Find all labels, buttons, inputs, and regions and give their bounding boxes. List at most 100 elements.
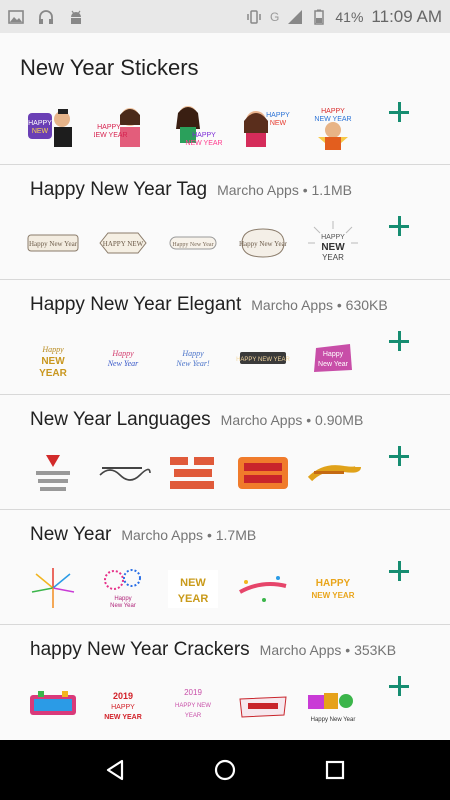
sticker-preview-row: HAPPY NEW HAPPY NEW YEAR HAPPY NEW YEAR HAP… — [24, 103, 362, 151]
svg-text:HAPPY: HAPPY — [321, 108, 345, 115]
sticker: Happy New Year — [94, 334, 152, 382]
svg-text:HAPPY: HAPPY — [316, 578, 351, 589]
pack-name: Happy New Year Tag — [30, 179, 208, 200]
sticker: HAPPY NEW YEAR — [234, 334, 292, 382]
svg-text:Happy New Year: Happy New Year — [29, 240, 78, 248]
android-icon — [71, 10, 81, 24]
sticker-pack-5[interactable]: happy New Year Crackers Marcho Apps • 35… — [0, 625, 450, 740]
sticker: 2019 HAPPY NEW YEAR — [164, 681, 222, 729]
svg-text:2019: 2019 — [184, 688, 202, 697]
svg-text:HAPPY: HAPPY — [192, 132, 216, 139]
home-icon[interactable] — [212, 757, 238, 783]
add-pack-button[interactable] — [386, 673, 412, 699]
vibrate-icon — [247, 9, 261, 24]
sticker: NEW YEAR — [164, 564, 222, 612]
sticker: 2019 HAPPY NEW YEAR — [94, 681, 152, 729]
svg-text:Happy New Year: Happy New Year — [311, 717, 356, 723]
svg-text:New Year: New Year — [107, 359, 139, 368]
headphones-icon — [39, 9, 53, 24]
pack-meta: Marcho Apps • 1.1MB — [217, 182, 352, 198]
svg-text:NEW YEAR: NEW YEAR — [94, 132, 128, 139]
svg-text:HAPPY NEW YEAR: HAPPY NEW YEAR — [236, 357, 290, 363]
pack-name: New Year Languages — [30, 409, 211, 430]
svg-text:NEW YEAR: NEW YEAR — [104, 714, 142, 721]
svg-text:New Year!: New Year! — [175, 359, 210, 368]
sticker — [304, 449, 362, 497]
add-pack-button[interactable] — [386, 99, 412, 125]
sticker — [234, 681, 292, 729]
add-pack-button[interactable] — [386, 443, 412, 469]
svg-text:HAPPY NEW: HAPPY NEW — [175, 703, 211, 709]
pack-meta: Marcho Apps • 353KB — [259, 642, 397, 658]
svg-text:HAPPY: HAPPY — [266, 112, 290, 119]
app-header: New Year Stickers — [0, 33, 450, 97]
sticker-pack-3[interactable]: New Year Languages Marcho Apps • 0.90MB — [0, 395, 450, 510]
sticker: HAPPY NEW YEAR — [164, 103, 222, 151]
sticker — [24, 681, 82, 729]
sticker: HAPPY NEW YEAR — [304, 564, 362, 612]
sticker: HAPPY NEW YEAR — [304, 219, 362, 267]
add-pack-button[interactable] — [386, 328, 412, 354]
system-nav-bar — [0, 740, 450, 800]
sticker: Happy NEW YEAR — [24, 334, 82, 382]
sticker — [164, 449, 222, 497]
svg-text:Happy: Happy — [111, 349, 134, 358]
svg-text:HAPPY: HAPPY — [97, 124, 121, 131]
sticker-pack-4[interactable]: New Year Marcho Apps • 1.7MB Happy New Ye… — [0, 510, 450, 625]
sticker: Happy New Year — [234, 219, 292, 267]
back-icon[interactable] — [102, 757, 128, 783]
signal-icon — [288, 9, 303, 24]
svg-text:NEW: NEW — [180, 577, 206, 589]
svg-text:YEAR: YEAR — [185, 713, 202, 719]
sticker-pack-1[interactable]: Happy New Year Tag Marcho Apps • 1.1MB H… — [0, 165, 450, 280]
svg-text:HAPPY: HAPPY — [28, 120, 52, 127]
recents-icon[interactable] — [322, 757, 348, 783]
sticker-preview-row: 2019 HAPPY NEW YEAR 2019 HAPPY NEW YEAR Happ… — [24, 681, 362, 729]
sticker: Happy New Year — [304, 681, 362, 729]
sticker: Happy New Year! — [164, 334, 222, 382]
svg-text:NEW: NEW — [32, 128, 49, 135]
pack-meta: Marcho Apps • 0.90MB — [220, 412, 364, 428]
sticker: Happy New Year — [94, 564, 152, 612]
sticker-pack-2[interactable]: Happy New Year Elegant Marcho Apps • 630… — [0, 280, 450, 395]
add-pack-button[interactable] — [386, 558, 412, 584]
svg-text:Happy: Happy — [114, 596, 131, 602]
svg-text:HAPPY: HAPPY — [111, 704, 135, 711]
svg-text:YEAR: YEAR — [39, 368, 68, 379]
add-pack-button[interactable] — [386, 213, 412, 239]
svg-text:NEW: NEW — [41, 356, 65, 367]
svg-text:2019: 2019 — [113, 691, 133, 701]
sticker-preview-row: Happy NEW YEAR Happy New Year Happy New Year… — [24, 334, 362, 382]
svg-text:Happy: Happy — [323, 351, 344, 358]
sticker-pack-0[interactable]: HAPPY NEW HAPPY NEW YEAR HAPPY NEW YEAR HAP… — [0, 97, 450, 165]
sticker: Happy New Year — [24, 219, 82, 267]
svg-text:NEW YEAR: NEW YEAR — [185, 140, 222, 147]
svg-text:YEAR: YEAR — [178, 593, 209, 605]
sticker — [234, 449, 292, 497]
battery-percent: 41% — [335, 8, 364, 25]
pack-meta: Marcho Apps • 630KB — [251, 297, 388, 313]
sticker — [94, 449, 152, 497]
sticker: Happy New Year — [164, 219, 222, 267]
svg-text:NEW: NEW — [270, 120, 287, 127]
sticker — [24, 564, 82, 612]
status-bar: G 41% 11:09 AM — [0, 0, 450, 33]
sticker: HAPPY NEW — [24, 103, 82, 151]
image-icon — [8, 9, 24, 24]
pack-name: happy New Year Crackers — [30, 639, 250, 660]
svg-text:NEW: NEW — [321, 242, 345, 253]
svg-text:Happy: Happy — [181, 349, 204, 358]
svg-text:HAPPY NEW: HAPPY NEW — [103, 240, 144, 248]
svg-text:Happy New Year: Happy New Year — [172, 242, 213, 248]
pack-meta: Marcho Apps • 1.7MB — [121, 527, 257, 543]
svg-text:Happy New Year: Happy New Year — [239, 240, 288, 248]
sticker — [24, 449, 82, 497]
pack-name: New Year — [30, 524, 112, 545]
sticker-preview-row: Happy New Year HAPPY NEW Happy New Year … — [24, 219, 362, 267]
svg-text:HAPPY: HAPPY — [321, 234, 345, 241]
sticker-preview-row — [24, 449, 362, 497]
battery-icon — [314, 9, 325, 25]
clock: 11:09 AM — [371, 6, 442, 26]
svg-text:New Year: New Year — [110, 603, 136, 609]
sticker: HAPPY NEW YEAR — [94, 103, 152, 151]
